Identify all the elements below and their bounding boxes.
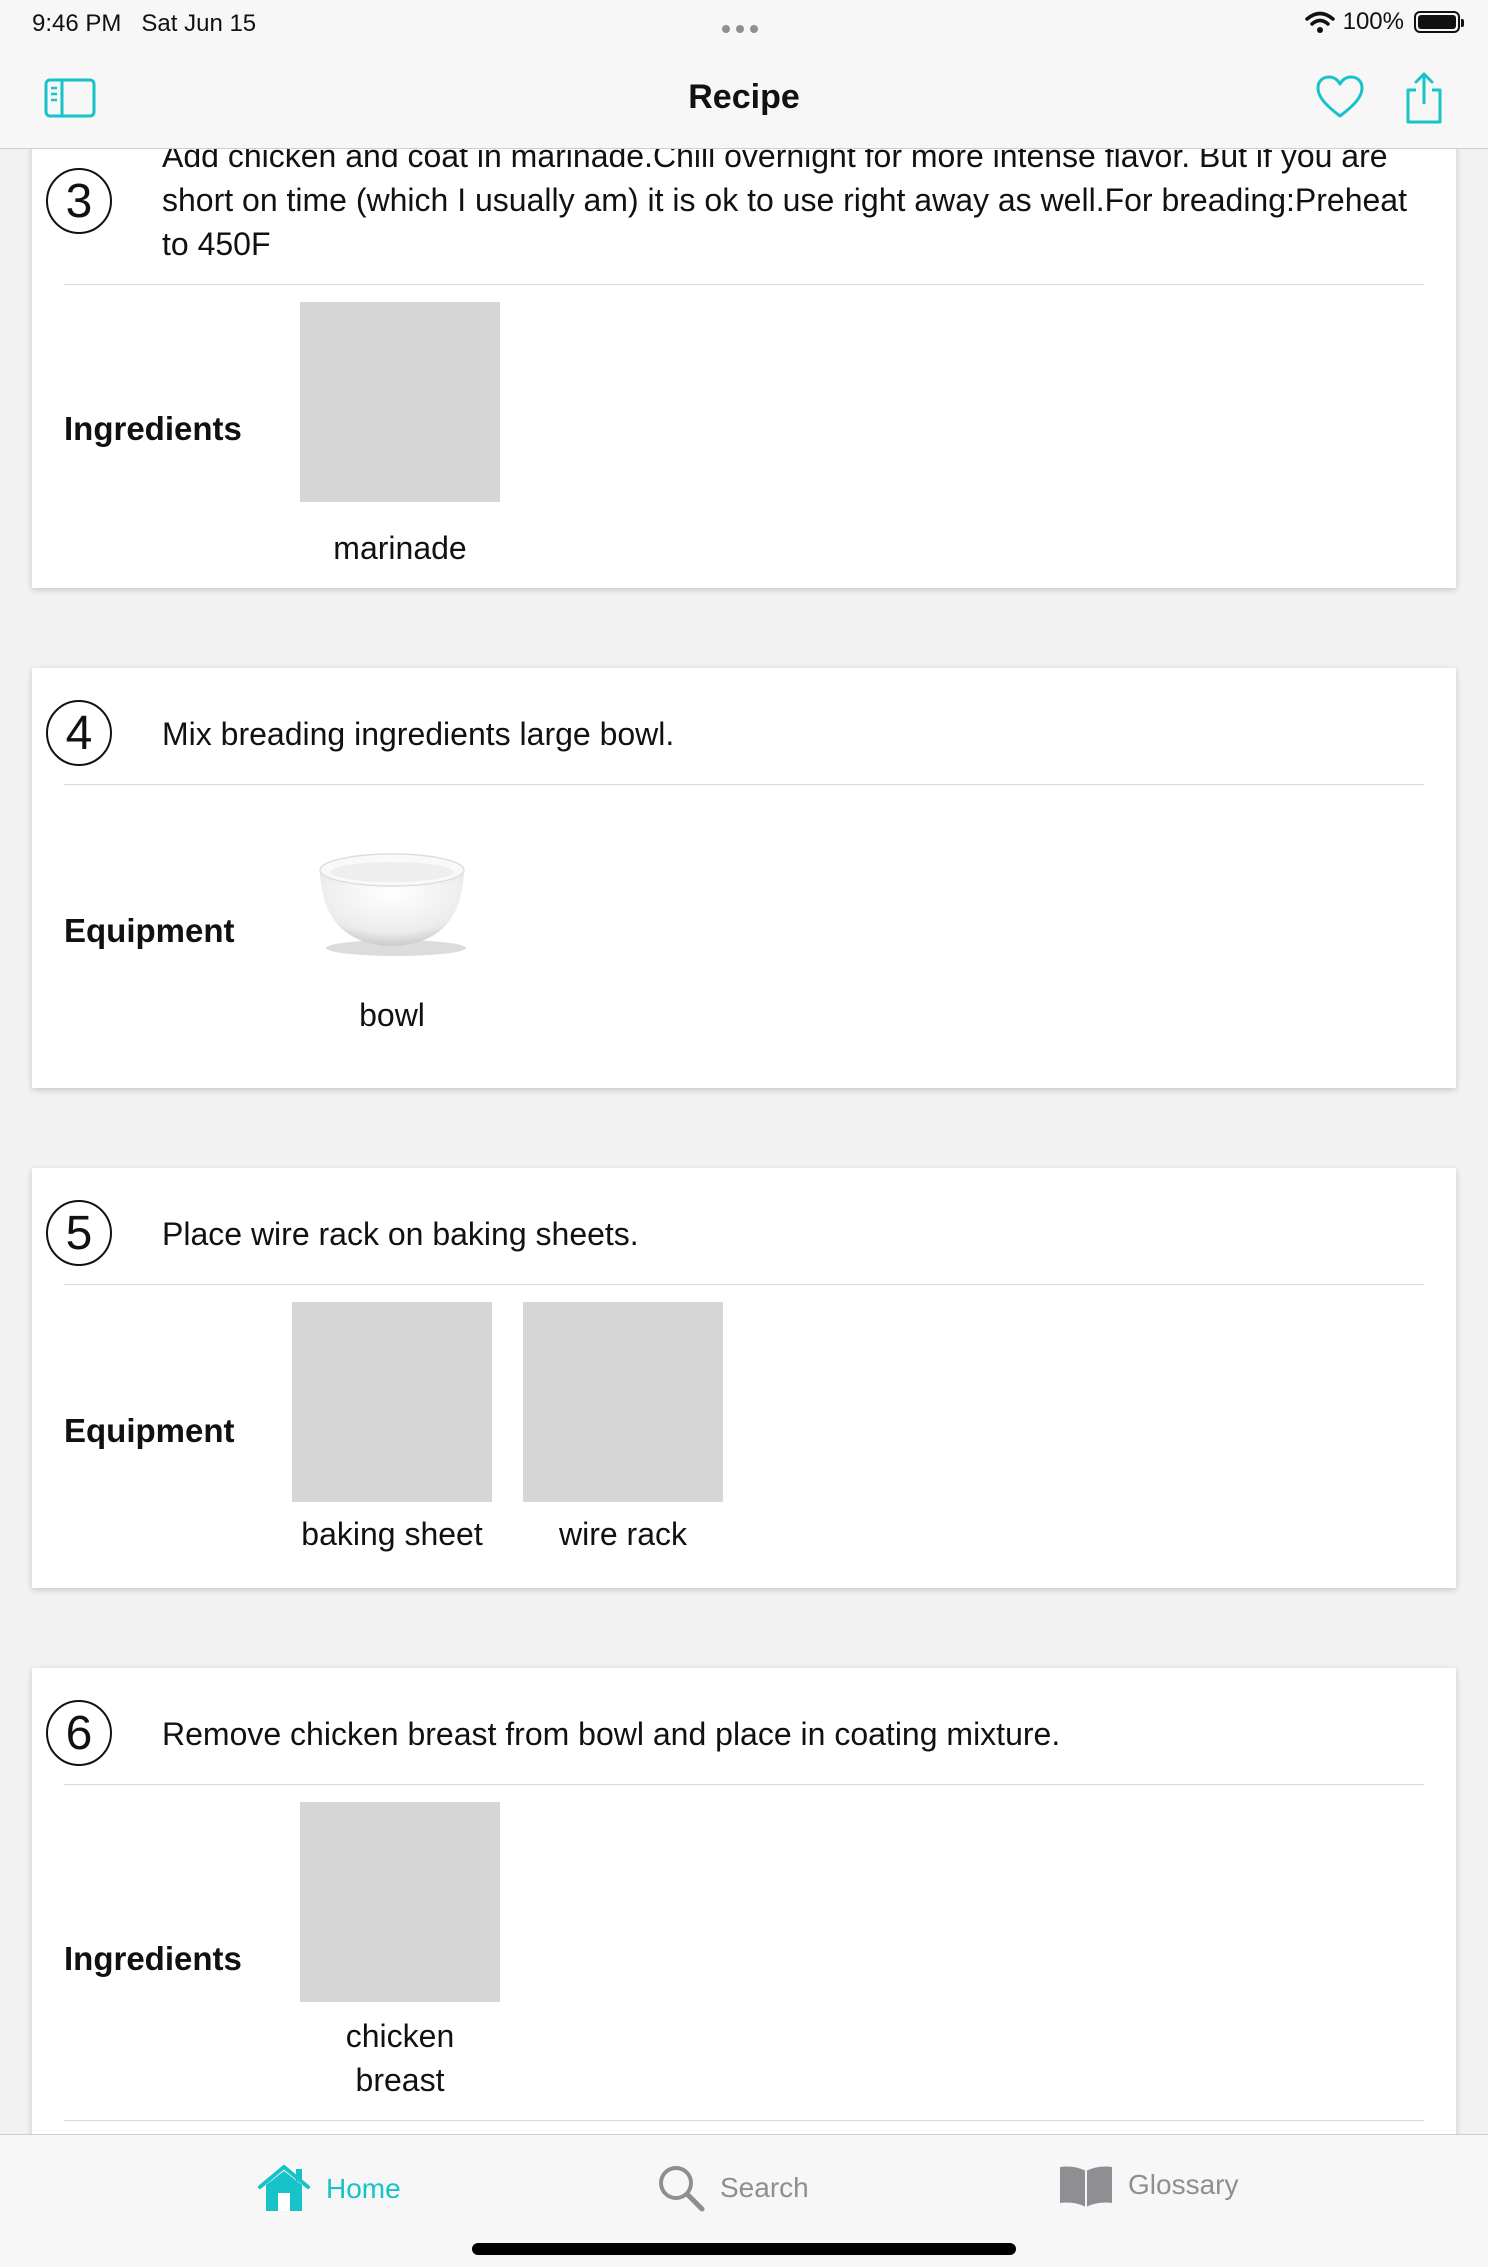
- book-icon: [1060, 2166, 1112, 2207]
- tab-home[interactable]: Home: [256, 2163, 401, 2215]
- ingredient-label: chicken breast: [345, 2018, 455, 2098]
- equipment-label: bowl: [359, 997, 425, 1033]
- tab-bar: Home Search Glossary: [0, 2134, 1488, 2267]
- tab-glossary[interactable]: Glossary: [1058, 2163, 1238, 2207]
- step-card: 6 Remove chicken breast from bowl and pl…: [32, 1668, 1456, 2134]
- section-label: Equipment: [64, 912, 235, 949]
- equipment-item[interactable]: bowl: [292, 840, 492, 1037]
- equipment-item[interactable]: wire rack: [523, 1302, 723, 1556]
- ingredient-label: marinade: [333, 530, 467, 566]
- step-number: 6: [46, 1700, 112, 1766]
- step-card: 3 Add chicken and coat in marinade.Chill…: [32, 148, 1456, 588]
- ingredient-item[interactable]: chicken breast: [300, 1802, 500, 2102]
- heart-icon: [1316, 75, 1364, 118]
- page-title: Recipe: [688, 78, 800, 116]
- step-instruction: Mix breading ingredients large bowl.: [162, 716, 675, 752]
- step-card: 4 Mix breading ingredients large bowl. E…: [32, 668, 1456, 1088]
- step-number: 5: [46, 1200, 112, 1266]
- search-icon: [659, 2166, 705, 2212]
- section-label: Equipment: [64, 1412, 235, 1449]
- recipe-steps-list[interactable]: 3 Add chicken and coat in marinade.Chill…: [0, 148, 1488, 2134]
- step-instruction: Add chicken and coat in marinade.Chill o…: [162, 148, 1407, 262]
- equipment-label: baking sheet: [301, 1516, 483, 1552]
- home-icon: [258, 2165, 310, 2211]
- section-label: Ingredients: [64, 410, 242, 447]
- equipment-image: [523, 1302, 723, 1502]
- equipment-label: wire rack: [558, 1516, 687, 1552]
- section-label: Ingredients: [64, 1940, 242, 1977]
- ingredient-image: [300, 1802, 500, 2002]
- share-button[interactable]: [1398, 72, 1450, 124]
- favorite-button[interactable]: [1314, 72, 1366, 124]
- tab-label: Search: [720, 2172, 809, 2203]
- battery-icon: [1414, 11, 1464, 33]
- divider: [64, 784, 1424, 785]
- divider: [64, 1784, 1424, 1785]
- equipment-image: [292, 1302, 492, 1502]
- wifi-icon: [1304, 11, 1335, 33]
- status-time: 9:46 PM Sat Jun 15: [32, 10, 257, 37]
- ingredient-image: [300, 302, 500, 502]
- step-instruction: Place wire rack on baking sheets.: [162, 1216, 639, 1252]
- tab-label: Home: [326, 2173, 401, 2204]
- divider: [64, 1284, 1424, 1285]
- equipment-item[interactable]: baking sheet: [292, 1302, 492, 1556]
- step-number: 3: [46, 168, 112, 234]
- step-number: 4: [46, 700, 112, 766]
- divider: [64, 2120, 1424, 2121]
- ingredient-item[interactable]: marinade: [300, 302, 500, 570]
- step-card: 5 Place wire rack on baking sheets. Equi…: [32, 1168, 1456, 1588]
- tab-label: Glossary: [1128, 2169, 1239, 2200]
- tab-search[interactable]: Search: [656, 2163, 809, 2213]
- bowl-image: [319, 853, 466, 956]
- home-indicator[interactable]: [472, 2243, 1016, 2255]
- share-icon: [1406, 72, 1442, 124]
- multitasking-dots-icon[interactable]: [722, 20, 764, 38]
- step-instruction: Remove chicken breast from bowl and plac…: [162, 1716, 1061, 1752]
- divider: [64, 284, 1424, 285]
- battery-percent: 100%: [1342, 8, 1404, 35]
- navigation-bar: Recipe: [0, 48, 1488, 149]
- status-bar: 9:46 PM Sat Jun 15 100%: [0, 0, 1488, 48]
